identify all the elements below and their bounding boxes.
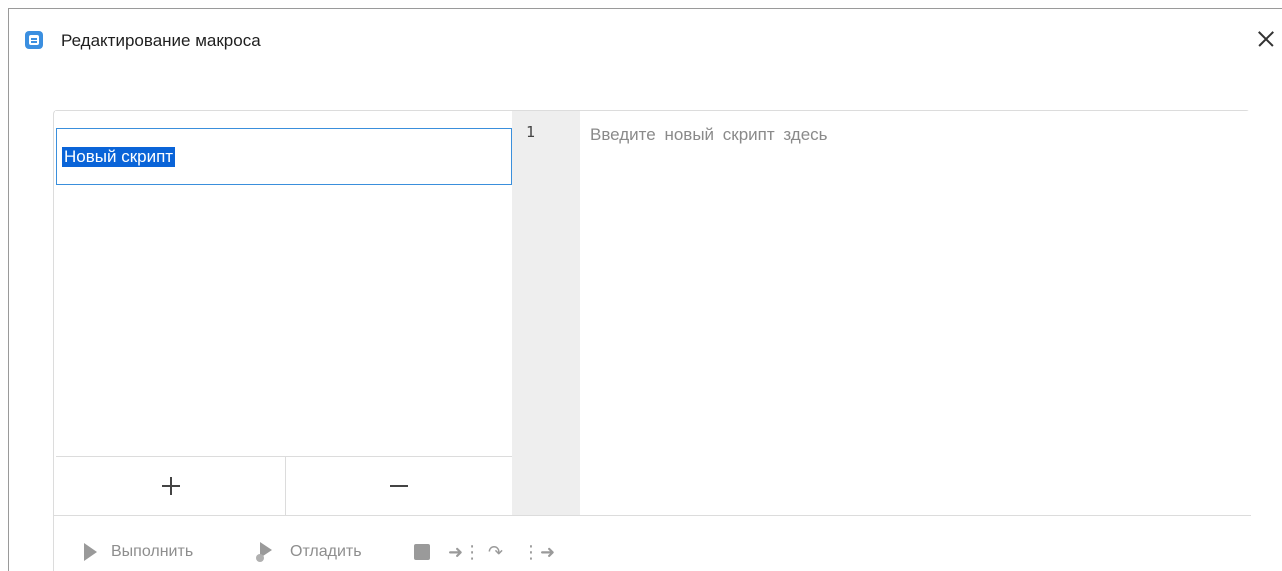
step-into-button[interactable]: ➜⋮ (448, 540, 481, 564)
editor-placeholder: Введите новый скрипт здесь (590, 125, 828, 144)
minus-icon (390, 485, 408, 487)
line-number-gutter: 1 (512, 111, 580, 515)
macro-panel: Новый скрипт 1 Введите новый скрипт здес… (53, 110, 1251, 571)
stop-icon (414, 544, 430, 560)
stop-button[interactable] (414, 540, 430, 564)
debug-label: Отладить (290, 543, 362, 560)
debug-icon (256, 542, 276, 562)
script-list-buttons (56, 456, 513, 515)
step-into-icon: ➜⋮ (448, 541, 482, 563)
run-button[interactable]: Выполнить (84, 540, 193, 564)
script-list[interactable]: Новый скрипт (55, 111, 513, 515)
line-number: 1 (526, 123, 536, 141)
plus-icon (162, 477, 180, 495)
play-icon (84, 543, 97, 561)
add-script-button[interactable] (56, 457, 286, 515)
script-name-text[interactable]: Новый скрипт (62, 147, 176, 167)
dialog-title: Редактирование макроса (61, 31, 261, 50)
step-over-button[interactable]: ↷ (488, 540, 503, 564)
title-bar: Редактирование макроса (9, 9, 1282, 73)
debug-toolbar: Выполнить Отладить ➜⋮ ↷ ⋮➜ (54, 515, 1251, 571)
app-logo-icon (25, 31, 43, 49)
code-editor[interactable]: Введите новый скрипт здесь (580, 111, 1250, 515)
step-over-icon: ↷ (488, 541, 504, 563)
run-label: Выполнить (111, 543, 194, 560)
step-out-button[interactable]: ⋮➜ (522, 540, 555, 564)
close-icon[interactable] (1252, 25, 1280, 53)
step-out-icon: ⋮➜ (522, 541, 556, 563)
debug-button[interactable]: Отладить (256, 540, 362, 564)
macro-editor-dialog: Редактирование макроса Новый скрипт 1 Вв… (8, 8, 1282, 571)
remove-script-button[interactable] (286, 457, 513, 515)
script-name-input[interactable]: Новый скрипт (56, 128, 512, 185)
